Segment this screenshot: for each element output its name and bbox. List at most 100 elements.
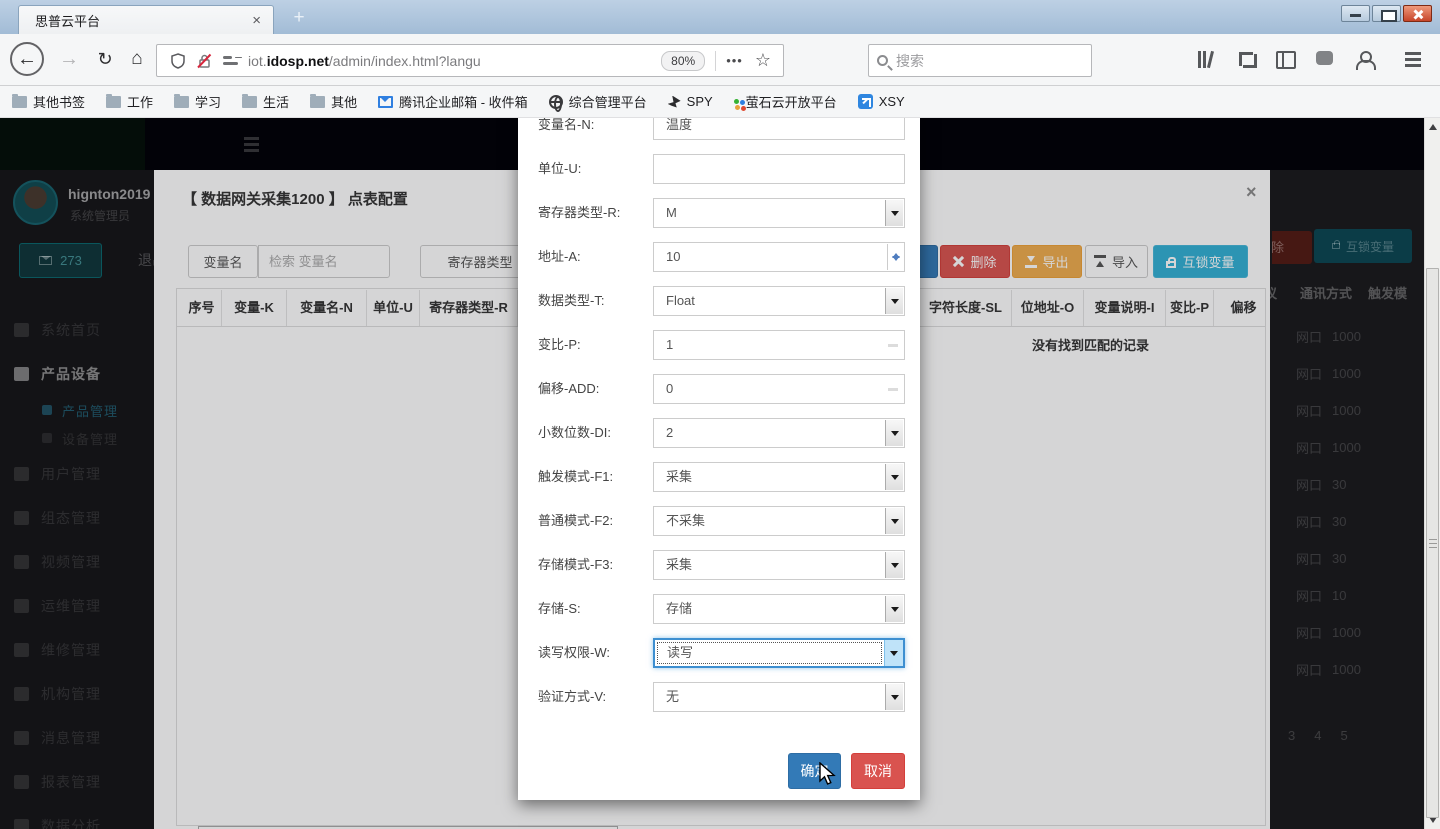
sidebar-item[interactable]: 视频管理 [0, 540, 154, 584]
column-header[interactable]: 序号 [182, 290, 222, 326]
sidebar-item[interactable]: 机构管理 [0, 672, 154, 716]
dropdown-arrow-icon[interactable] [885, 596, 903, 622]
spinner-icon[interactable] [887, 244, 903, 270]
column-header[interactable]: 寄存器类型-R [420, 290, 518, 326]
sidebar-subitem[interactable]: 产品管理 [0, 396, 154, 424]
screenshot-icon[interactable] [1238, 51, 1258, 69]
select-input[interactable]: 不采集 [653, 506, 905, 536]
sidebar-item[interactable]: 消息管理 [0, 716, 154, 760]
select-input[interactable]: 采集 [653, 550, 905, 580]
toolbar-import-button[interactable]: 导入 [1085, 245, 1148, 278]
bg-delete-button[interactable]: 删除 [1272, 231, 1312, 264]
close-window-button[interactable] [1403, 5, 1432, 22]
panel-close-icon[interactable]: × [1246, 182, 1257, 203]
bookmark-item[interactable]: 萤石云开放平台 [734, 92, 837, 111]
select-input[interactable]: 读写 [653, 638, 905, 668]
bookmark-star-icon[interactable]: ☆ [755, 50, 771, 71]
select-input[interactable]: 2 [653, 418, 905, 448]
bookmark-item[interactable]: 工作 [106, 92, 153, 111]
search-input[interactable] [896, 53, 1056, 69]
account-icon[interactable] [1354, 51, 1374, 69]
bookmark-item[interactable]: 综合管理平台 [549, 92, 647, 111]
sidebar-item[interactable]: 组态管理 [0, 496, 154, 540]
dropdown-arrow-icon[interactable] [885, 684, 903, 710]
new-tab-button[interactable]: + [286, 8, 312, 30]
minimize-button[interactable] [1341, 5, 1370, 22]
dropdown-arrow-icon[interactable] [885, 420, 903, 446]
dropdown-arrow-icon[interactable] [885, 552, 903, 578]
tab-close-icon[interactable]: × [250, 12, 263, 29]
url-text[interactable]: iot.idosp.net/admin/index.html?langu [248, 53, 655, 69]
page-scrollbar[interactable] [1424, 118, 1440, 829]
restore-button[interactable] [1372, 5, 1401, 22]
select-input[interactable]: 存储 [653, 594, 905, 624]
bookmark-item[interactable]: XSY [858, 94, 905, 109]
avatar[interactable] [13, 180, 58, 225]
column-header[interactable]: 位地址-O [1012, 290, 1084, 326]
bookmark-item[interactable]: 其他书签 [12, 92, 85, 111]
cancel-button[interactable]: 取消 [851, 753, 905, 789]
home-icon[interactable]: ⌂ [120, 42, 154, 76]
dropdown-arrow-icon[interactable] [885, 200, 903, 226]
column-header[interactable]: 变量说明-I [1084, 290, 1166, 326]
zoom-level-badge[interactable]: 80% [661, 51, 705, 71]
filter-search-input[interactable] [258, 245, 390, 278]
library-icon[interactable] [1196, 51, 1216, 69]
column-header[interactable]: 变比-P [1166, 290, 1214, 326]
bg-page-link[interactable]: 4 [1314, 728, 1321, 743]
dropdown-arrow-icon[interactable] [885, 288, 903, 314]
filter-name-button[interactable]: 变量名 [188, 245, 258, 278]
sidebar-item[interactable]: 数据分析 [0, 804, 154, 829]
bookmark-item[interactable]: SPY [668, 94, 713, 109]
bookmark-item[interactable]: 其他 [310, 92, 357, 111]
readonly-input[interactable]: 1 [653, 330, 905, 360]
url-bar[interactable]: iot.idosp.net/admin/index.html?langu 80%… [156, 44, 784, 77]
dropdown-arrow-icon[interactable] [885, 464, 903, 490]
bookmark-item[interactable]: 腾讯企业邮箱 - 收件箱 [378, 92, 528, 111]
permissions-icon[interactable] [223, 55, 238, 67]
toolbar-export-button[interactable]: 导出 [1012, 245, 1082, 278]
back-icon[interactable]: ← [10, 42, 44, 76]
shield-icon[interactable] [170, 53, 186, 69]
number-input[interactable]: 10 [653, 242, 905, 272]
toolbar-delete-button[interactable]: 删除 [940, 245, 1010, 278]
menu-icon[interactable] [1404, 51, 1424, 69]
column-header[interactable]: 单位-U [367, 290, 420, 326]
app-hamburger-icon[interactable] [244, 137, 259, 140]
scrollbar-thumb[interactable] [1426, 268, 1439, 818]
browser-search[interactable] [868, 44, 1092, 77]
more-options-icon[interactable]: ••• [726, 53, 743, 68]
sidebar-item[interactable]: 产品设备 [0, 352, 154, 396]
sidebar-subitem[interactable]: 设备管理 [0, 424, 154, 452]
sidebar-item[interactable]: 运维管理 [0, 584, 154, 628]
readonly-input[interactable]: 0 [653, 374, 905, 404]
dropdown-arrow-icon[interactable] [885, 508, 903, 534]
messages-count-button[interactable]: 273 [19, 243, 102, 278]
forward-icon[interactable]: → [52, 42, 86, 76]
text-input[interactable]: 温度 [653, 118, 905, 140]
scroll-up-icon[interactable] [1429, 124, 1437, 130]
text-input[interactable] [653, 154, 905, 184]
sidebar-item[interactable]: 维修管理 [0, 628, 154, 672]
select-input[interactable]: Float [653, 286, 905, 316]
dropdown-arrow-icon[interactable] [884, 640, 903, 666]
select-input[interactable]: 采集 [653, 462, 905, 492]
bookmark-item[interactable]: 学习 [174, 92, 221, 111]
messages-icon[interactable] [1316, 51, 1333, 65]
column-header[interactable]: 变量名-N [287, 290, 367, 326]
insecure-lock-icon[interactable] [196, 53, 212, 69]
select-input[interactable]: 无 [653, 682, 905, 712]
browser-tab[interactable]: 思普云平台 × [18, 5, 274, 34]
sidebar-item[interactable]: 用户管理 [0, 452, 154, 496]
toolbar-interlock-button[interactable]: 互锁变量 [1153, 245, 1248, 278]
logout-button[interactable]: 退出 [138, 250, 154, 270]
sidebar-item[interactable]: 系统首页 [0, 308, 154, 352]
column-header[interactable]: 变量-K [222, 290, 287, 326]
sidebar-toggle-icon[interactable] [1276, 51, 1296, 69]
bg-page-link[interactable]: 5 [1340, 728, 1347, 743]
bg-interlock-button[interactable]: 互锁变量 [1314, 229, 1412, 263]
bg-page-link[interactable]: 3 [1288, 728, 1295, 743]
column-header[interactable]: 字符长度-SL [920, 290, 1012, 326]
sidebar-item[interactable]: 报表管理 [0, 760, 154, 804]
select-input[interactable]: M [653, 198, 905, 228]
